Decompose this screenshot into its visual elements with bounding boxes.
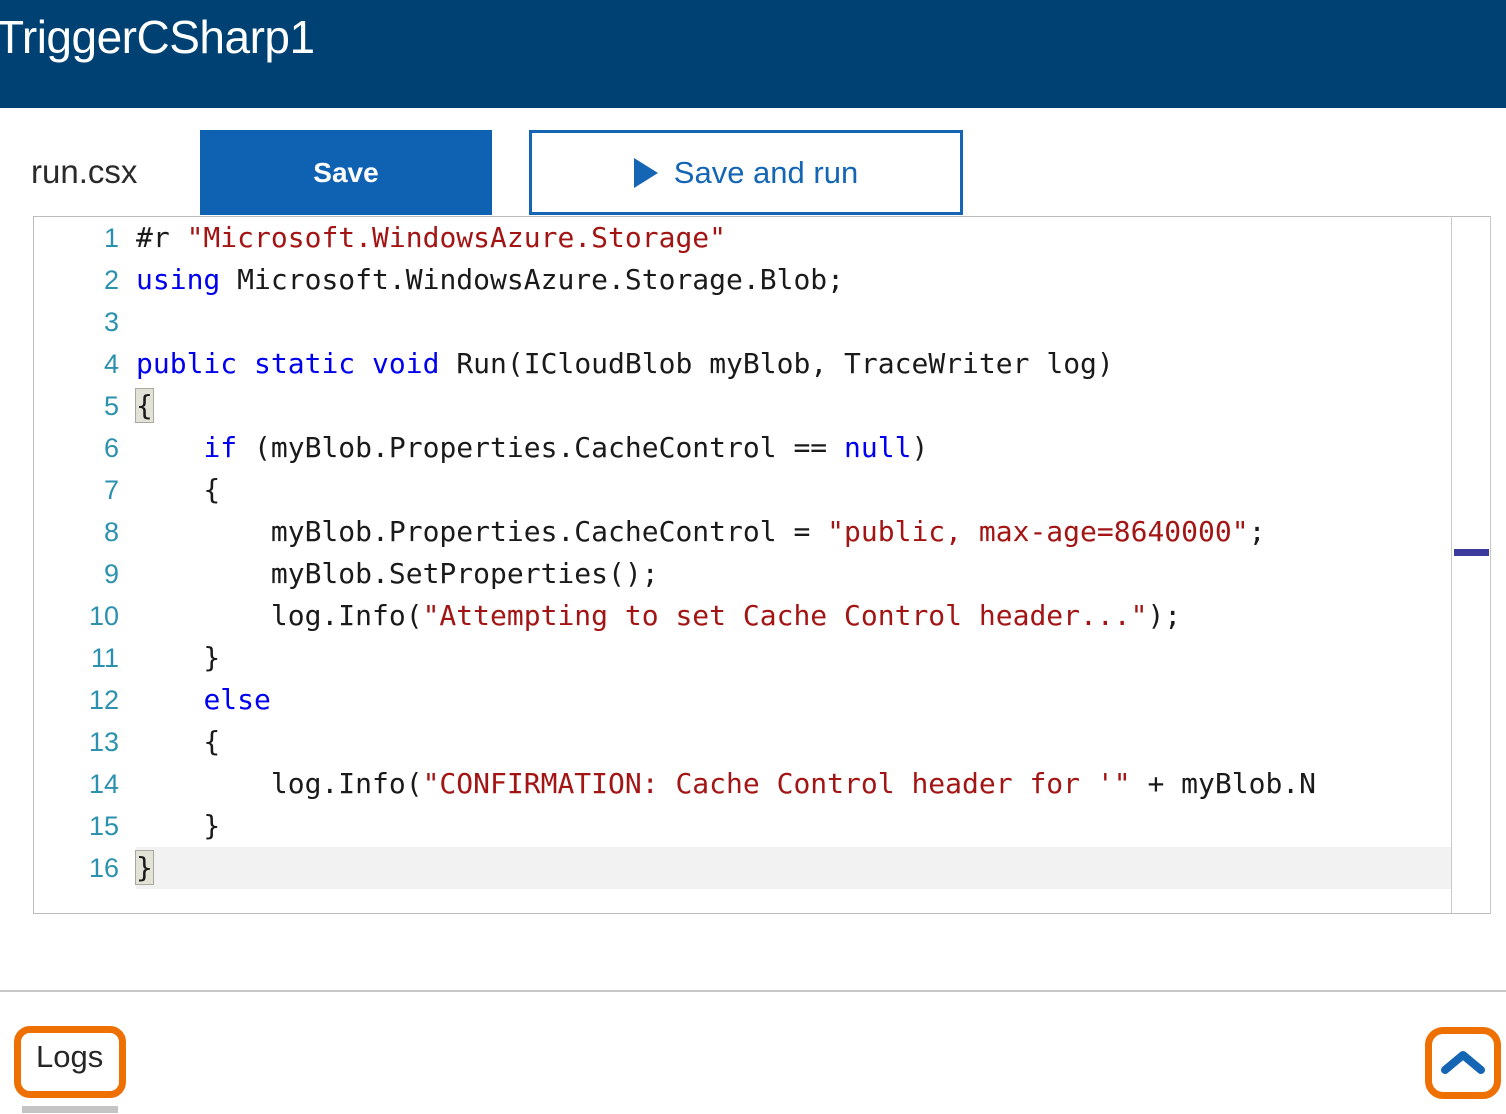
code-text[interactable]: #r "Microsoft.WindowsAzure.Storage" <box>136 217 1491 259</box>
line-number: 13 <box>34 721 136 763</box>
code-text[interactable]: { <box>136 721 1491 763</box>
code-token: ; <box>1249 515 1266 548</box>
code-token: log.Info( <box>136 767 423 800</box>
code-token: log.Info( <box>136 599 423 632</box>
code-token: public <box>136 347 237 380</box>
code-token: } <box>136 641 220 674</box>
line-number: 8 <box>34 511 136 553</box>
code-line[interactable]: 13 { <box>34 721 1491 763</box>
code-editor[interactable]: 1#r "Microsoft.WindowsAzure.Storage"2usi… <box>33 216 1491 914</box>
logs-tab[interactable]: Logs <box>22 1028 117 1088</box>
code-token: (myBlob.Properties.CacheControl == <box>237 431 844 464</box>
code-line[interactable]: 10 log.Info("Attempting to set Cache Con… <box>34 595 1491 637</box>
file-name-label: run.csx <box>31 152 137 192</box>
code-token: ) <box>911 431 928 464</box>
matched-brace: } <box>136 851 153 884</box>
code-text[interactable]: public static void Run(ICloudBlob myBlob… <box>136 343 1491 385</box>
code-token: { <box>136 473 220 506</box>
code-line[interactable]: 1#r "Microsoft.WindowsAzure.Storage" <box>34 217 1491 259</box>
line-number: 16 <box>34 847 136 889</box>
code-text[interactable]: log.Info("Attempting to set Cache Contro… <box>136 595 1491 637</box>
line-number: 11 <box>34 637 136 679</box>
code-line[interactable]: 6 if (myBlob.Properties.CacheControl == … <box>34 427 1491 469</box>
code-line[interactable]: 9 myBlob.SetProperties(); <box>34 553 1491 595</box>
code-line[interactable]: 12 else <box>34 679 1491 721</box>
code-token: void <box>372 347 439 380</box>
code-token: } <box>136 809 220 842</box>
code-line[interactable]: 8 myBlob.Properties.CacheControl = "publ… <box>34 511 1491 553</box>
code-token: Microsoft.WindowsAzure.Storage.Blob; <box>220 263 844 296</box>
code-line[interactable]: 11 } <box>34 637 1491 679</box>
line-number: 7 <box>34 469 136 511</box>
logs-tab-underline <box>22 1106 118 1113</box>
line-number: 5 <box>34 385 136 427</box>
code-token: ); <box>1147 599 1181 632</box>
section-divider <box>0 990 1506 992</box>
app-header: TriggerCSharp1 <box>0 0 1506 108</box>
code-token: Run(ICloudBlob myBlob, TraceWriter log) <box>439 347 1113 380</box>
line-number: 14 <box>34 763 136 805</box>
code-surface[interactable]: 1#r "Microsoft.WindowsAzure.Storage"2usi… <box>34 217 1491 913</box>
line-number: 12 <box>34 679 136 721</box>
code-token: "Microsoft.WindowsAzure.Storage" <box>187 221 726 254</box>
code-token <box>136 683 203 716</box>
save-and-run-button[interactable]: Save and run <box>529 130 963 215</box>
code-token: myBlob.SetProperties(); <box>136 557 659 590</box>
line-number: 10 <box>34 595 136 637</box>
code-token: #r <box>136 221 187 254</box>
code-line[interactable]: 15 } <box>34 805 1491 847</box>
code-text[interactable]: myBlob.Properties.CacheControl = "public… <box>136 511 1491 553</box>
code-token <box>355 347 372 380</box>
code-token <box>136 431 203 464</box>
code-token: static <box>254 347 355 380</box>
code-text[interactable]: myBlob.SetProperties(); <box>136 553 1491 595</box>
code-token: myBlob.Properties.CacheControl = <box>136 515 827 548</box>
code-token: "public, max-age=8640000" <box>827 515 1248 548</box>
line-number: 2 <box>34 259 136 301</box>
code-token: "Attempting to set Cache Control header.… <box>423 599 1148 632</box>
code-line[interactable]: 3 <box>34 301 1491 343</box>
play-icon <box>634 158 658 188</box>
line-number: 6 <box>34 427 136 469</box>
code-token: + myBlob.N <box>1131 767 1316 800</box>
code-token: using <box>136 263 220 296</box>
code-token <box>237 347 254 380</box>
code-token: if <box>203 431 237 464</box>
code-line[interactable]: 4public static void Run(ICloudBlob myBlo… <box>34 343 1491 385</box>
save-and-run-label: Save and run <box>674 157 858 188</box>
code-token: { <box>136 725 220 758</box>
code-text[interactable]: else <box>136 679 1491 721</box>
line-number: 1 <box>34 217 136 259</box>
code-text[interactable]: { <box>136 385 1491 427</box>
code-text[interactable]: } <box>136 847 1491 889</box>
matched-brace: { <box>136 389 153 422</box>
line-number: 9 <box>34 553 136 595</box>
editor-toolbar: run.csx Save Save and run <box>0 108 1506 213</box>
line-number: 3 <box>34 301 136 343</box>
code-line[interactable]: 16} <box>34 847 1491 889</box>
code-line[interactable]: 14 log.Info("CONFIRMATION: Cache Control… <box>34 763 1491 805</box>
code-token: null <box>844 431 911 464</box>
code-line[interactable]: 7 { <box>34 469 1491 511</box>
line-number: 15 <box>34 805 136 847</box>
code-text[interactable]: } <box>136 637 1491 679</box>
code-line[interactable]: 5{ <box>34 385 1491 427</box>
chevron-up-icon <box>1441 1048 1485 1078</box>
code-text[interactable]: using Microsoft.WindowsAzure.Storage.Blo… <box>136 259 1491 301</box>
code-text[interactable]: log.Info("CONFIRMATION: Cache Control he… <box>136 763 1491 805</box>
line-number: 4 <box>34 343 136 385</box>
expand-logs-button[interactable] <box>1432 1034 1494 1092</box>
code-text[interactable]: { <box>136 469 1491 511</box>
code-token: else <box>203 683 270 716</box>
code-line[interactable]: 2using Microsoft.WindowsAzure.Storage.Bl… <box>34 259 1491 301</box>
code-token: "CONFIRMATION: Cache Control header for … <box>423 767 1131 800</box>
code-text[interactable]: } <box>136 805 1491 847</box>
save-button[interactable]: Save <box>200 130 492 215</box>
code-text[interactable]: if (myBlob.Properties.CacheControl == nu… <box>136 427 1491 469</box>
page-title: TriggerCSharp1 <box>0 8 315 66</box>
